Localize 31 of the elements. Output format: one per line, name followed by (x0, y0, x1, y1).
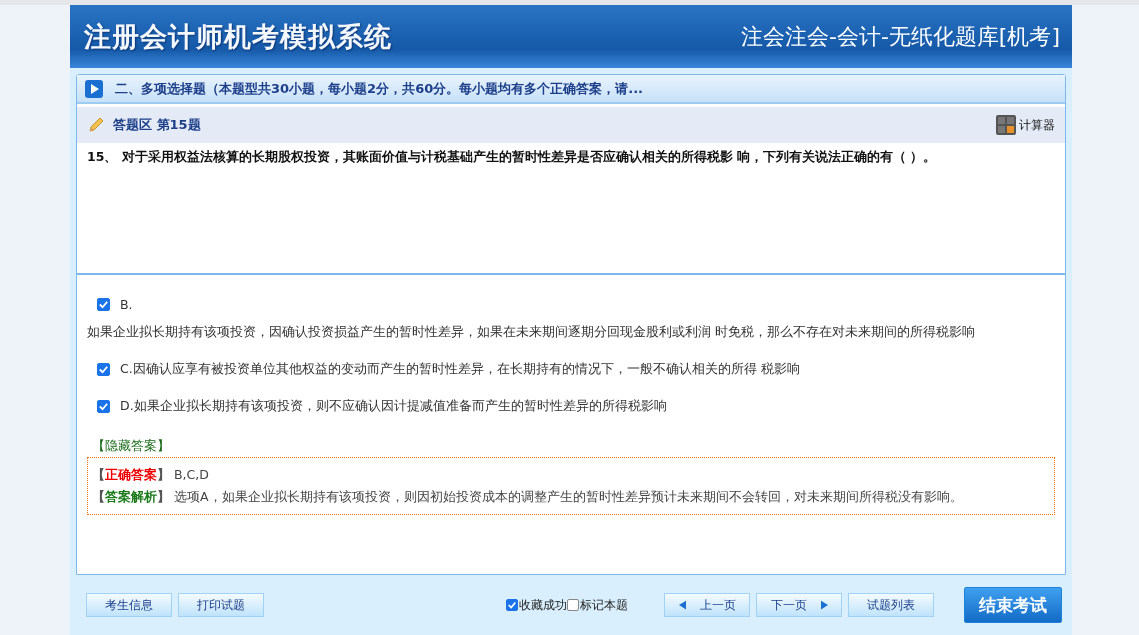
option-label: D.如果企业拟长期持有该项投资，则不应确认因计提减值准备而产生的暂时性差异的所得税影响 (120, 398, 667, 415)
question-list-button[interactable]: 试题列表 (848, 593, 934, 617)
option-label: B. (120, 297, 133, 312)
checkbox-label: 收藏成功 (519, 596, 567, 614)
left-triangle-icon (678, 600, 686, 610)
footer-button[interactable]: 打印试题 (178, 593, 264, 617)
right-triangle-icon (820, 600, 828, 610)
option-text: 如果企业拟长期持有该项投资，因确认投资损益产生的暂时性差异，如果在未来期间逐期分回现金股利或利润 时免税，那么不存在对未来期间的所得税影响 (87, 324, 976, 341)
answer-analysis-line: 【答案解析】 选项A，如果企业拟长期持有该项投资，则因初始投资成本的调整产生的暂时性差异预计未来期间不会转回，对未来期间所得税没有影响。 (92, 488, 964, 506)
correct-answer-line: 【正确答案】 B,C,D (92, 466, 210, 484)
option-checkbox[interactable] (97, 298, 110, 311)
option-checkbox[interactable] (97, 400, 110, 413)
answer-area-title: 答题区 第15题 (113, 116, 201, 134)
footer-checkbox[interactable] (567, 599, 579, 611)
option-label: C.因确认应享有被投资单位其他权益的变动而产生的暂时性差异，在长期持有的情况下，一般不确认相关的所得 税影响 (120, 361, 800, 378)
checkbox-label: 标记本题 (580, 596, 628, 614)
calculator-button[interactable]: 计算器 (996, 115, 1055, 135)
question-bank-title: 注会注会-会计-无纸化题库[机考] (740, 22, 1060, 51)
question-text: 15、 对于采用权益法核算的长期股权投资，其账面价值与计税基础产生的暂时性差异是否应确认相关的所得税影 响，下列有关说法正确的有（ ）。 (77, 143, 1065, 275)
option-checkbox[interactable] (97, 363, 110, 376)
play-icon (85, 79, 103, 98)
hide-answer-link[interactable]: 【隐藏答案】 (92, 438, 170, 455)
system-title: 注册会计师机考模拟系统 (84, 19, 392, 54)
footer-checkbox[interactable] (506, 599, 518, 611)
pencil-icon (87, 116, 105, 134)
next-page-button[interactable]: 下一页 (756, 593, 842, 617)
section-title: 二、多项选择题（本题型共30小题，每小题2分，共60分。每小题均有多个正确答案，请... (115, 79, 644, 98)
calculator-icon (996, 115, 1016, 135)
finish-exam-button[interactable]: 结束考试 (964, 587, 1062, 623)
footer-button[interactable]: 考生信息 (86, 593, 172, 617)
previous-page-button[interactable]: 上一页 (664, 593, 750, 617)
